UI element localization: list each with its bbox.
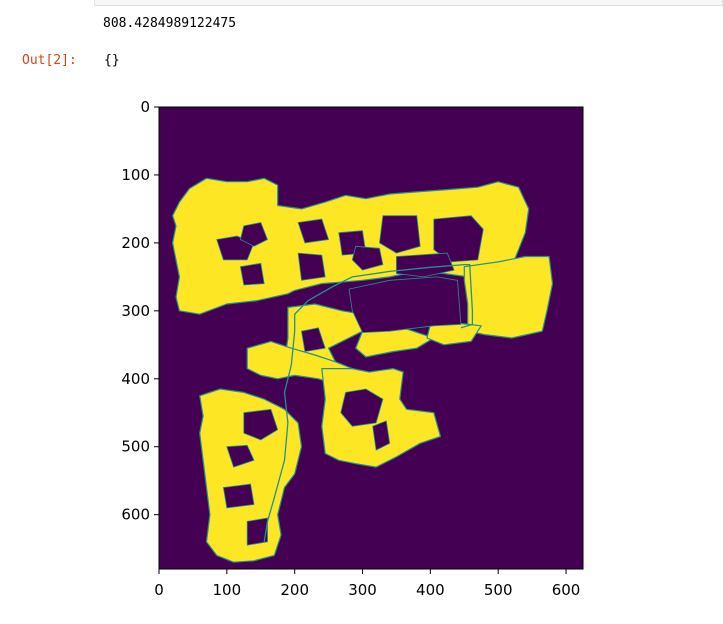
y-tick-label: 200 <box>121 234 150 252</box>
y-tick-label: 400 <box>121 370 150 388</box>
x-axis: 0 100 200 300 400 500 600 <box>154 569 580 599</box>
y-tick-label: 100 <box>121 166 150 184</box>
x-tick-label: 200 <box>280 581 309 599</box>
y-axis: 0 100 200 300 400 500 600 <box>121 98 159 524</box>
x-tick-label: 600 <box>552 581 581 599</box>
obstacle-region <box>297 252 326 281</box>
obstacle-region <box>222 483 255 509</box>
x-tick-label: 100 <box>213 581 242 599</box>
obstacle-region <box>348 276 462 334</box>
occupancy-map-plot: 0 100 200 300 400 500 600 0 100 200 300 400 500 600 <box>121 98 584 599</box>
y-tick-label: 300 <box>121 302 150 320</box>
y-tick-label: 600 <box>121 506 150 524</box>
x-tick-label: 0 <box>154 581 164 599</box>
x-tick-label: 400 <box>416 581 445 599</box>
x-tick-label: 300 <box>348 581 377 599</box>
y-tick-label: 500 <box>121 438 150 456</box>
x-tick-label: 500 <box>484 581 513 599</box>
y-tick-label: 0 <box>140 98 150 116</box>
obstacle-region <box>239 262 265 286</box>
